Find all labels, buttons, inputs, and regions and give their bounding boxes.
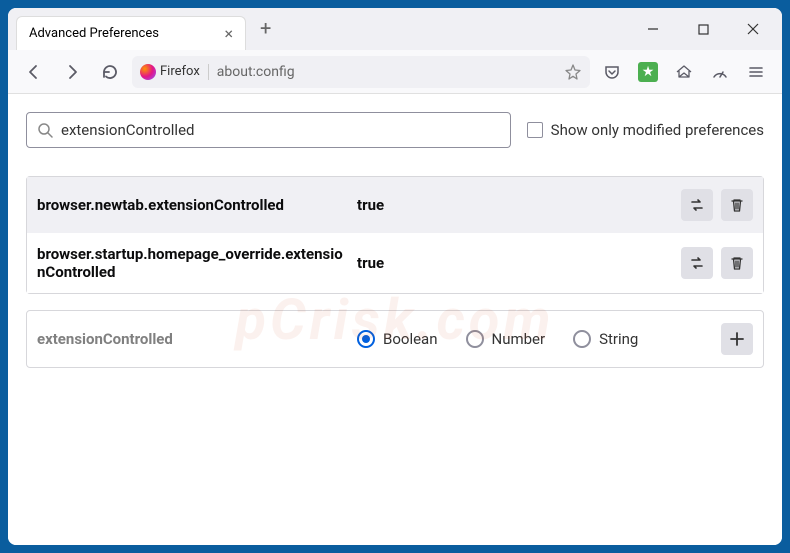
close-tab-icon[interactable]: × xyxy=(224,24,233,43)
type-boolean-radio[interactable]: Boolean xyxy=(357,330,438,348)
meter-icon[interactable] xyxy=(704,56,736,88)
pref-actions xyxy=(681,247,753,279)
type-radios: Boolean Number String xyxy=(357,330,711,348)
close-window-button[interactable] xyxy=(732,14,774,44)
delete-button[interactable] xyxy=(721,189,753,221)
search-row: Show only modified preferences xyxy=(26,112,764,148)
back-button[interactable] xyxy=(18,56,50,88)
search-icon xyxy=(37,122,53,138)
delete-button[interactable] xyxy=(721,247,753,279)
prefs-list: browser.newtab.extensionControlled true … xyxy=(26,176,764,294)
pref-value: true xyxy=(357,254,671,272)
browser-window: Advanced Preferences × + Firefox about:c… xyxy=(8,8,782,545)
type-number-radio[interactable]: Number xyxy=(466,330,546,348)
config-content: pCrisk.com Show only modified preference… xyxy=(8,94,782,545)
pref-row: browser.newtab.extensionControlled true xyxy=(27,177,763,233)
radio-label: String xyxy=(599,330,638,348)
search-input[interactable] xyxy=(61,121,500,139)
add-pref-button[interactable] xyxy=(721,323,753,355)
tab-title: Advanced Preferences xyxy=(29,26,216,41)
new-pref-name: extensionControlled xyxy=(37,330,347,348)
mail-icon[interactable] xyxy=(668,56,700,88)
nav-toolbar: Firefox about:config ★ xyxy=(8,50,782,94)
show-modified-checkbox[interactable]: Show only modified preferences xyxy=(527,121,764,139)
radio-icon xyxy=(466,330,484,348)
hamburger-menu-icon[interactable] xyxy=(740,56,772,88)
radio-label: Number xyxy=(492,330,546,348)
radio-icon xyxy=(357,330,375,348)
pref-actions xyxy=(681,189,753,221)
minimize-button[interactable] xyxy=(632,14,674,44)
url-bar[interactable]: Firefox about:config xyxy=(132,56,590,88)
forward-button[interactable] xyxy=(56,56,88,88)
radio-label: Boolean xyxy=(383,330,438,348)
reload-button[interactable] xyxy=(94,56,126,88)
identity-label: Firefox xyxy=(160,64,200,79)
pref-name: browser.startup.homepage_override.extens… xyxy=(37,245,347,281)
type-string-radio[interactable]: String xyxy=(573,330,638,348)
toggle-button[interactable] xyxy=(681,247,713,279)
pref-name: browser.newtab.extensionControlled xyxy=(37,196,347,214)
radio-icon xyxy=(573,330,591,348)
pocket-icon[interactable] xyxy=(596,56,628,88)
bookmark-star-icon[interactable] xyxy=(564,63,582,81)
identity-box[interactable]: Firefox xyxy=(140,64,209,80)
toggle-button[interactable] xyxy=(681,189,713,221)
search-box[interactable] xyxy=(26,112,511,148)
checkbox-icon xyxy=(527,122,543,138)
pref-value: true xyxy=(357,196,671,214)
titlebar: Advanced Preferences × + xyxy=(8,8,782,50)
url-text: about:config xyxy=(217,64,556,80)
firefox-icon xyxy=(140,64,156,80)
new-tab-button[interactable]: + xyxy=(250,10,281,46)
window-controls xyxy=(632,14,782,44)
toolbar-actions: ★ xyxy=(596,56,772,88)
extension-icon[interactable]: ★ xyxy=(632,56,664,88)
maximize-button[interactable] xyxy=(682,14,724,44)
new-pref-row: extensionControlled Boolean Number Strin… xyxy=(26,310,764,368)
show-modified-label: Show only modified preferences xyxy=(551,121,764,139)
browser-tab[interactable]: Advanced Preferences × xyxy=(16,16,246,50)
pref-row: browser.startup.homepage_override.extens… xyxy=(27,233,763,293)
